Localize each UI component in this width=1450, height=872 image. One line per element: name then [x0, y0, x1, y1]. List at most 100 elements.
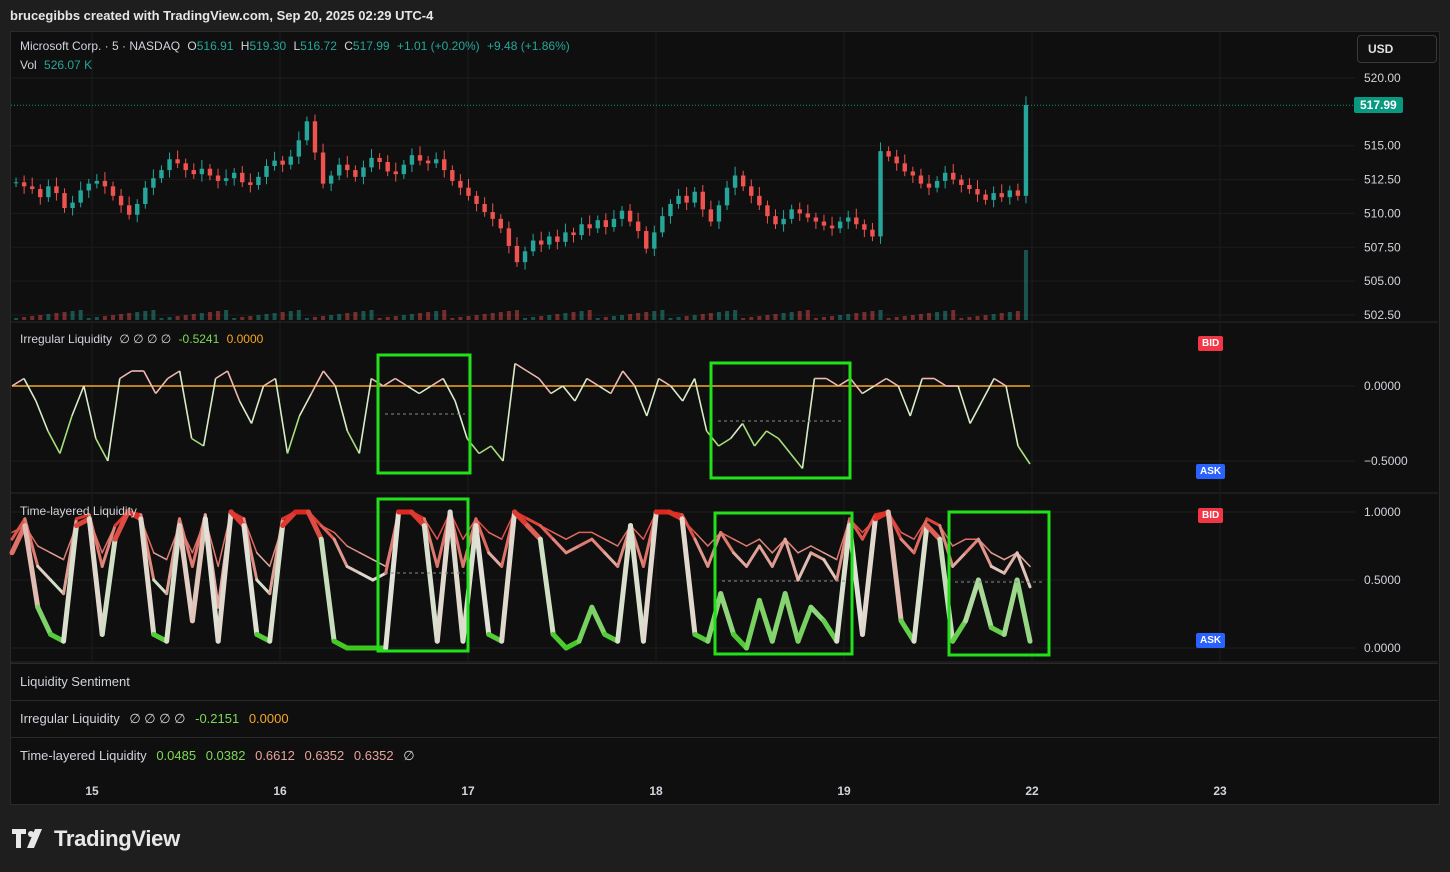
- candle-body: [474, 195, 479, 204]
- volume-bar: [708, 313, 713, 320]
- time-layered-liquidity-row[interactable]: Time-layered Liquidity 0.0485 0.0382 0.6…: [11, 737, 1438, 774]
- volume-bar: [216, 311, 221, 320]
- candle-body: [506, 228, 512, 246]
- irregular-liquidity-row[interactable]: Irregular Liquidity ∅ ∅ ∅ ∅ -0.2151 0.00…: [11, 700, 1438, 737]
- irregular-liquidity-segment: [957, 385, 971, 424]
- time-layered-liquidity-segment: [49, 578, 66, 596]
- volume-bar: [94, 317, 99, 320]
- candle-body: [126, 205, 132, 215]
- volume-bar: [733, 310, 738, 320]
- time-layered-liquidity-segment: [782, 591, 801, 644]
- irregular-liquidity-segment: [562, 385, 576, 402]
- last-price-tag: 517.99: [1354, 97, 1403, 113]
- bid-tag-irregular: BID: [1198, 336, 1224, 351]
- volume-bar: [547, 315, 552, 320]
- candle-body: [660, 216, 665, 233]
- candle-body: [644, 231, 649, 249]
- candle-body: [732, 175, 738, 188]
- candle-body: [450, 170, 455, 181]
- volume-bar: [854, 313, 859, 320]
- volume-bar: [716, 312, 721, 320]
- time-layered-axis-label: 1.0000: [1364, 505, 1401, 519]
- candle-body: [999, 193, 1004, 198]
- candle-body: [199, 168, 205, 175]
- candle-body: [425, 160, 431, 164]
- time-layered-liquidity-segment: [951, 551, 968, 568]
- volume-bar: [587, 310, 592, 320]
- volume-bar: [62, 312, 67, 320]
- irregular-liquidity-segment: [801, 378, 816, 469]
- irregular-liquidity-segment: [215, 370, 229, 380]
- volume-bar: [272, 313, 277, 320]
- irregular-liquidity-segment: [454, 400, 468, 439]
- time-layered-liquidity-segment: [551, 537, 568, 555]
- candle-body: [627, 210, 633, 222]
- irregular-liquidity-segment: [514, 362, 528, 372]
- candle-body: [482, 203, 487, 213]
- volume-bar: [102, 316, 107, 320]
- irregular-liquidity-segment: [885, 377, 899, 387]
- liquidity-sentiment-row[interactable]: Liquidity Sentiment: [11, 663, 1438, 700]
- candle-body: [910, 171, 916, 176]
- volume-bar: [14, 318, 19, 320]
- irregular-legend-marks: ∅ ∅ ∅ ∅: [119, 332, 172, 346]
- irregular-liquidity-segment: [586, 377, 600, 387]
- time-row-name: Time-layered Liquidity: [20, 748, 147, 763]
- irregular-liquidity-segment: [645, 378, 660, 417]
- candle-body: [328, 175, 334, 184]
- time-layered-liquidity-segment: [797, 545, 812, 554]
- volume-bar: [418, 313, 423, 320]
- candle-body: [837, 221, 843, 229]
- candle-body: [951, 172, 956, 180]
- time-layered-liquidity-segment: [447, 509, 466, 644]
- irregular-liquidity-segment: [143, 370, 157, 394]
- volume-bar: [579, 311, 584, 320]
- candle-body: [595, 220, 600, 229]
- volume-bar: [159, 318, 164, 320]
- irregular-liquidity-segment: [298, 393, 313, 417]
- volume-bar: [361, 311, 366, 320]
- candle-body: [773, 216, 778, 225]
- irregular-liquidity-segment: [191, 437, 205, 447]
- candle-body: [38, 189, 43, 198]
- volume-bar: [725, 311, 730, 320]
- volume-bar: [337, 314, 342, 320]
- time-layered-liquidity-segment: [255, 578, 272, 596]
- irregular-liquidity-segment: [442, 378, 456, 402]
- time-layered-liquidity-segment: [488, 531, 503, 540]
- candle-body: [240, 172, 245, 183]
- volume-bar: [426, 312, 431, 320]
- candle-body: [530, 240, 536, 252]
- time-layered-liquidity-segment: [565, 531, 580, 540]
- time-layered-liquidity-segment: [640, 509, 659, 644]
- candle-body: [320, 152, 326, 184]
- time-layered-liquidity-segment: [49, 552, 65, 561]
- time-layered-liquidity-segment: [810, 545, 825, 554]
- volume-bar: [401, 315, 406, 320]
- currency-button[interactable]: USD: [1357, 35, 1437, 63]
- candle-body: [538, 240, 544, 245]
- irregular-liquidity-segment: [286, 415, 301, 454]
- time-layered-liquidity-segment: [318, 536, 337, 644]
- candle-body: [167, 159, 172, 171]
- candle-body: [13, 182, 19, 184]
- irregular-liquidity-segment: [681, 378, 696, 402]
- candle-body: [490, 212, 495, 219]
- irregular-legend-v2: 0.0000: [226, 332, 264, 346]
- time-layered-liquidity-segment: [756, 597, 775, 644]
- volume-bar: [1023, 250, 1028, 320]
- tradingview-logo[interactable]: TradingView: [12, 826, 180, 852]
- candle-body: [749, 186, 754, 196]
- irregular-liquidity-segment: [47, 430, 61, 454]
- candle-body: [668, 203, 673, 217]
- time-axis-label: 19: [837, 784, 851, 798]
- volume-bar: [870, 311, 875, 320]
- candle-body: [579, 224, 584, 236]
- candle-body: [264, 166, 269, 177]
- candle-body: [151, 178, 156, 188]
- time-layered-liquidity-segment: [795, 604, 814, 644]
- volume-bar: [369, 310, 374, 320]
- time-layered-liquidity-segment: [99, 536, 118, 637]
- time-layered-liquidity-segment: [796, 551, 813, 582]
- volume-bar: [668, 318, 673, 320]
